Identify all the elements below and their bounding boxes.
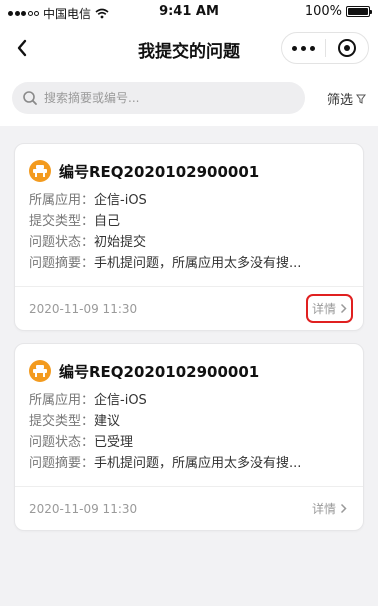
search-row: 筛选	[0, 72, 378, 126]
field-key: 问题摘要：	[29, 256, 95, 271]
chevron-right-icon	[340, 503, 347, 514]
field-value: 手机提问题，所属应用太多没有搜...	[94, 256, 302, 271]
detail-label: 详情	[311, 302, 336, 316]
search-box[interactable]	[12, 82, 305, 114]
field-value: 企信-iOS	[94, 393, 147, 408]
header-area: 中国电信 9:41 AM 100% 我提交的问题 搜索摘要或编号... 筛选	[0, 0, 378, 126]
field-key: 问题状态：	[29, 435, 95, 450]
issue-card[interactable]: 编号REQ2020102900001 所属应用：企信-iOS 提交类型：自己 问…	[14, 143, 364, 331]
filter-funnel-icon	[356, 94, 366, 104]
card-header: 编号REQ2020102900001	[29, 160, 349, 182]
battery-percent: 100%	[304, 4, 342, 19]
status-right: 100%	[304, 4, 372, 19]
nav-bar: 我提交的问题	[0, 24, 378, 72]
card-header: 编号REQ2020102900001	[29, 360, 349, 382]
mini-program-capsule	[281, 32, 369, 64]
issue-number: 编号REQ2020102900001	[59, 162, 260, 181]
submit-date: 2020-11-09 11:30	[29, 302, 138, 316]
field-app: 所属应用：企信-iOS	[29, 390, 349, 411]
target-icon	[337, 39, 356, 57]
battery-icon	[346, 6, 372, 17]
field-value: 初始提交	[94, 235, 147, 250]
field-value: 已受理	[94, 435, 134, 450]
issue-badge-icon	[29, 160, 51, 182]
chevron-right-icon	[340, 303, 347, 314]
field-type: 提交类型：建议	[29, 411, 349, 432]
detail-link[interactable]: 详情	[312, 500, 347, 517]
status-bar: 中国电信 9:41 AM 100%	[0, 0, 378, 24]
card-footer: 2020-11-09 11:30 详情	[15, 286, 363, 330]
field-value: 手机提问题，所属应用太多没有搜...	[94, 456, 302, 471]
issue-list: 编号REQ2020102900001 所属应用：企信-iOS 提交类型：自己 问…	[0, 126, 378, 531]
detail-link[interactable]: 详情	[305, 294, 354, 323]
field-app: 所属应用：企信-iOS	[29, 190, 349, 211]
field-key: 提交类型：	[29, 414, 95, 429]
field-key: 问题状态：	[29, 235, 95, 250]
search-input[interactable]	[44, 91, 284, 105]
field-summary: 问题摘要：手机提问题，所属应用太多没有搜...	[29, 453, 349, 474]
card-body: 编号REQ2020102900001 所属应用：企信-iOS 提交类型：建议 问…	[15, 344, 363, 486]
more-menu-button[interactable]	[282, 33, 325, 63]
field-value: 建议	[94, 414, 121, 429]
filter-label: 筛选	[326, 93, 353, 108]
field-key: 所属应用：	[29, 393, 95, 408]
issue-number: 编号REQ2020102900001	[59, 362, 260, 381]
search-icon	[23, 91, 37, 105]
card-body: 编号REQ2020102900001 所属应用：企信-iOS 提交类型：自己 问…	[15, 144, 363, 286]
filter-button[interactable]: 筛选	[327, 89, 366, 108]
field-key: 提交类型：	[29, 214, 95, 229]
field-type: 提交类型：自己	[29, 211, 349, 232]
field-value: 企信-iOS	[94, 193, 147, 208]
field-key: 问题摘要：	[29, 456, 95, 471]
detail-label: 详情	[311, 502, 336, 516]
card-footer: 2020-11-09 11:30 详情	[15, 486, 363, 530]
field-summary: 问题摘要：手机提问题，所属应用太多没有搜...	[29, 253, 349, 274]
close-mini-program-button[interactable]	[326, 33, 369, 63]
issue-card[interactable]: 编号REQ2020102900001 所属应用：企信-iOS 提交类型：建议 问…	[14, 343, 364, 531]
field-status: 问题状态：已受理	[29, 432, 349, 453]
field-status: 问题状态：初始提交	[29, 232, 349, 253]
field-value: 自己	[94, 214, 121, 229]
issue-badge-icon	[29, 360, 51, 382]
submit-date: 2020-11-09 11:30	[29, 502, 138, 516]
field-key: 所属应用：	[29, 193, 95, 208]
more-dots-icon	[291, 45, 297, 51]
